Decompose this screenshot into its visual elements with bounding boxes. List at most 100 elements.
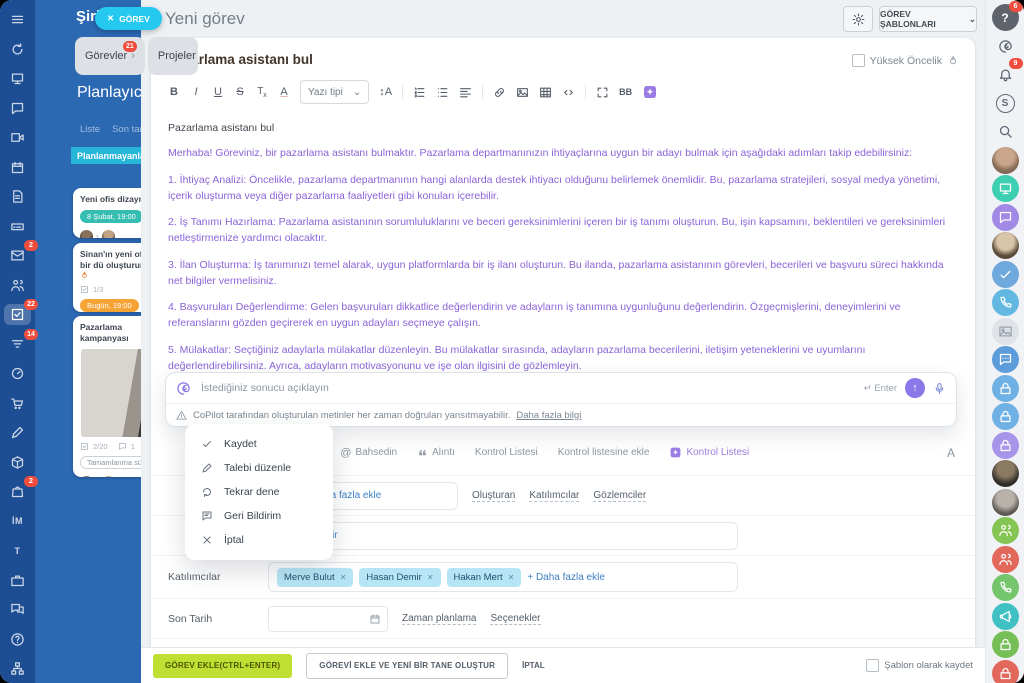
toolbar-copilot-button[interactable] (642, 84, 658, 100)
toolbar-clear-format-button[interactable]: Tx (256, 86, 268, 99)
rail-item-cart-icon[interactable] (4, 393, 31, 414)
rail-item-chat-icon[interactable] (4, 98, 31, 119)
right-rail-sign-button[interactable]: S (992, 90, 1019, 117)
rail-item-monitor-icon[interactable] (4, 68, 31, 89)
right-rail-phone-button[interactable] (992, 289, 1019, 316)
role-link[interactable]: Gözlemciler (593, 490, 646, 502)
right-rail-avatar-button[interactable] (992, 232, 1019, 259)
cancel-button[interactable]: İPTAL (522, 661, 545, 670)
editor-body[interactable]: Pazarlama asistanı bul Merhaba! Görevini… (168, 118, 958, 410)
right-rail-lock-button[interactable] (992, 631, 1019, 658)
participant-chip[interactable]: Hasan Demir✕ (359, 568, 440, 587)
right-rail-avatar-button[interactable] (992, 460, 1019, 487)
right-rail-lock-button[interactable] (992, 403, 1019, 430)
rail-item-box-icon[interactable] (4, 452, 31, 473)
toolbar-italic-button[interactable]: I (190, 86, 202, 98)
high-priority-toggle[interactable]: Yüksek Öncelik (852, 54, 959, 67)
font-size-indicator[interactable]: A (947, 446, 955, 460)
remove-icon[interactable]: ✕ (508, 573, 515, 582)
rail-item-shop-icon[interactable]: 2 (4, 481, 31, 502)
add-and-create-new-button[interactable]: GÖREVİ EKLE VE YENİ BİR TANE OLUŞTUR (306, 653, 508, 679)
right-rail-megaphone-button[interactable] (992, 603, 1019, 630)
participants-box[interactable]: Merve Bulut✕ Hasan Demir✕ Hakan Mert✕ + Da… (268, 562, 738, 592)
right-rail-lock-button[interactable] (992, 432, 1019, 459)
menu-item-talebi-düzenle[interactable]: Talebi düzenle (185, 456, 333, 480)
menu-item-kaydet[interactable]: Kaydet (185, 432, 333, 456)
rail-item-calendar-icon[interactable] (4, 157, 31, 178)
right-rail-search-button[interactable] (992, 118, 1019, 145)
menu-item-i̇ptal[interactable]: İptal (185, 528, 333, 552)
due-link[interactable]: Zaman planlama (402, 613, 476, 625)
role-link[interactable]: Katılımcılar (529, 490, 579, 502)
save-template-checkbox[interactable] (866, 659, 879, 672)
right-rail-copilot-button[interactable] (992, 33, 1019, 60)
add-task-button[interactable]: GÖREV EKLE(CTRL+ENTER) (153, 654, 292, 678)
rail-item-İM-icon[interactable]: İM (4, 511, 31, 532)
remove-icon[interactable]: ✕ (427, 573, 434, 582)
editor-footer-kontrol-listesi[interactable]: Kontrol Listesi (669, 446, 749, 459)
role-link[interactable]: Oluşturan (472, 490, 515, 502)
toolbar-table-button[interactable] (539, 86, 552, 99)
rail-item-gauge-icon[interactable] (4, 363, 31, 384)
toolbar-code-button[interactable] (562, 86, 575, 99)
toolbar-bbcode-button[interactable]: BB (619, 88, 632, 97)
remove-icon[interactable]: ✕ (340, 573, 347, 582)
right-rail-chatdots-button[interactable] (992, 346, 1019, 373)
view-tab-liste[interactable]: Liste (80, 124, 100, 135)
rail-item-T-icon[interactable]: T (4, 540, 31, 561)
settings-gear-button[interactable] (843, 6, 873, 32)
high-priority-checkbox[interactable] (852, 54, 865, 67)
rail-item-menu-icon[interactable] (4, 9, 31, 30)
toolbar-align-button[interactable] (459, 86, 472, 99)
copilot-send-button[interactable]: ↑ (905, 378, 925, 398)
participant-chip[interactable]: Merve Bulut✕ (277, 568, 353, 587)
right-rail-chat-button[interactable] (992, 204, 1019, 231)
toolbar-font-select[interactable]: Yazı tipi⌄ (300, 80, 369, 104)
toolbar-image-button[interactable] (516, 86, 529, 99)
participant-chip[interactable]: Hakan Mert✕ (447, 568, 522, 587)
rail-item-case-icon[interactable] (4, 570, 31, 591)
rail-item-tasks-icon[interactable]: 22 (4, 304, 31, 325)
toolbar-bold-button[interactable]: B (168, 86, 180, 98)
right-rail-question-button[interactable]: ?6 (992, 4, 1019, 31)
rail-item-sync-icon[interactable] (4, 39, 31, 60)
menu-item-geri-bildirim[interactable]: Geri Bildirim (185, 504, 333, 528)
right-rail-avatar-button[interactable] (992, 489, 1019, 516)
microphone-icon[interactable] (933, 382, 946, 395)
right-rail-monitor-button[interactable] (992, 175, 1019, 202)
toolbar-font-size-button[interactable]: ↕A (379, 86, 392, 98)
tab-projeler[interactable]: Projeler (148, 37, 198, 75)
new-task-pill-button[interactable]: ✕ GÖREV (95, 7, 162, 30)
right-rail-people-button[interactable] (992, 546, 1019, 573)
toolbar-ordered-list-button[interactable] (413, 86, 426, 99)
right-rail-avatar-button[interactable] (992, 147, 1019, 174)
add-more-link[interactable]: + Daha fazla ekle (527, 572, 605, 583)
toolbar-font-color-button[interactable]: A (278, 86, 290, 98)
more-info-link[interactable]: Daha fazla bilgi (516, 410, 581, 421)
task-templates-button[interactable]: GÖREV ŞABLONLARI⌄ (879, 6, 977, 32)
due-link[interactable]: Seçenekler (490, 613, 540, 625)
rail-item-document-icon[interactable] (4, 186, 31, 207)
editor-footer-kontrol-listesine-ekle[interactable]: Kontrol listesine ekle (558, 447, 650, 458)
right-rail-check-button[interactable] (992, 261, 1019, 288)
rail-item-video-icon[interactable] (4, 127, 31, 148)
rail-item-sitemap-icon[interactable] (4, 658, 31, 679)
rail-item-drive-icon[interactable] (4, 216, 31, 237)
rail-item-people-icon[interactable] (4, 275, 31, 296)
save-as-template-toggle[interactable]: Şablon olarak kaydet (866, 659, 973, 672)
right-rail-bell-button[interactable]: 9 (992, 61, 1019, 88)
rail-item-pen-icon[interactable] (4, 422, 31, 443)
right-rail-people-button[interactable] (992, 517, 1019, 544)
due-date-input[interactable] (268, 606, 388, 632)
menu-item-tekrar-dene[interactable]: Tekrar dene (185, 480, 333, 504)
editor-footer-bahsedin[interactable]: @Bahsedin (340, 447, 397, 459)
toolbar-underline-button[interactable]: U (212, 86, 224, 98)
rail-item-help-icon[interactable] (4, 629, 31, 650)
project-box[interactable]: ✕ Değiştir (268, 522, 738, 550)
rail-item-chat2-icon[interactable] (4, 599, 31, 620)
copilot-prompt-input[interactable] (199, 381, 856, 395)
rail-item-mail-icon[interactable]: 2 (4, 245, 31, 266)
right-rail-lock-button[interactable] (992, 375, 1019, 402)
toolbar-fullscreen-button[interactable] (596, 86, 609, 99)
right-rail-lock-button[interactable] (992, 660, 1019, 683)
